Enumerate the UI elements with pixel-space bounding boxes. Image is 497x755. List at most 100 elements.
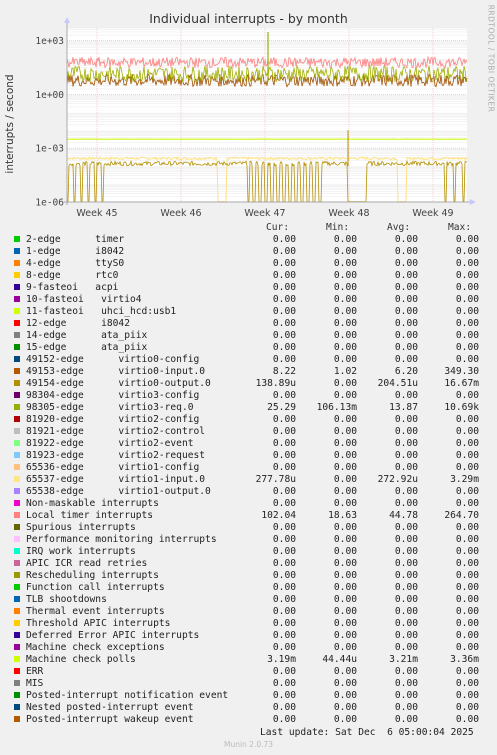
legend-label: 49154-edge virtio0-output.0	[26, 378, 211, 389]
legend-avg-value: 13.87	[389, 402, 418, 413]
legend-swatch	[14, 356, 20, 362]
legend-cur-value: 0.00	[272, 414, 296, 425]
legend-max-value: 3.29m	[450, 474, 479, 485]
legend-swatch	[14, 332, 20, 338]
legend-cur-value: 0.00	[272, 330, 296, 341]
legend-min-value: 0.00	[333, 618, 357, 629]
legend-swatch	[14, 560, 20, 566]
col-header-avg: Avg:	[387, 222, 411, 233]
legend-avg-value: 0.00	[394, 714, 418, 725]
legend-label: MIS	[26, 678, 44, 689]
legend-min-value: 0.00	[333, 426, 357, 437]
legend-avg-value: 0.00	[394, 534, 418, 545]
legend-row: Machine check exceptions 0.00 0.00 0.00 0.00	[0, 642, 497, 654]
legend-min-value: 0.00	[333, 270, 357, 281]
legend-cur-value: 0.00	[272, 390, 296, 401]
legend-cur-value: 0.00	[272, 522, 296, 533]
legend-swatch	[14, 392, 20, 398]
legend-min-value: 0.00	[333, 474, 357, 485]
legend-row: 81922-edge virtio2-event 0.00 0.00 0.00 0.00	[0, 438, 497, 450]
legend-label: Machine check polls	[26, 654, 136, 665]
legend-max-value: 0.00	[455, 438, 479, 449]
legend-min-value: 0.00	[333, 258, 357, 269]
legend-min-value: 0.00	[333, 438, 357, 449]
legend-max-value: 0.00	[455, 246, 479, 257]
legend-cur-value: 0.00	[272, 306, 296, 317]
legend-swatch	[14, 368, 20, 374]
col-header-cur: Cur:	[266, 222, 290, 233]
legend-swatch	[14, 656, 20, 662]
legend-avg-value: 0.00	[394, 582, 418, 593]
legend-avg-value: 0.00	[394, 258, 418, 269]
legend-label: 9-fasteoi acpi	[26, 282, 119, 293]
y-tick-label: 1e-06	[35, 198, 64, 209]
legend-swatch	[14, 452, 20, 458]
legend-cur-value: 0.00	[272, 258, 296, 269]
legend-swatch	[14, 584, 20, 590]
legend-max-value: 3.36m	[450, 654, 479, 665]
legend-cur-value: 0.00	[272, 558, 296, 569]
legend-row: 2-edge timer 0.00 0.00 0.00 0.00	[0, 234, 497, 246]
legend-row: Threshold APIC interrupts 0.00 0.00 0.00 0.0…	[0, 618, 497, 630]
legend-label: Posted-interrupt notification event	[26, 690, 229, 701]
legend-avg-value: 44.78	[389, 510, 418, 521]
legend-cur-value: 0.00	[272, 234, 296, 245]
legend-row: 49153-edge virtio0-input.0 8.22 1.02 6.20 34…	[0, 366, 497, 378]
legend-swatch	[14, 476, 20, 482]
legend-max-value: 0.00	[455, 414, 479, 425]
legend-label: IRQ work interrupts	[26, 546, 136, 557]
legend-label: Performance monitoring interrupts	[26, 534, 217, 545]
legend-row: Non-maskable interrupts 0.00 0.00 0.00 0.00	[0, 498, 497, 510]
legend-label: 98305-edge virtio3-req.0	[26, 402, 194, 413]
legend-min-value: 0.00	[333, 546, 357, 557]
legend-avg-value: 0.00	[394, 702, 418, 713]
legend-avg-value: 0.00	[394, 414, 418, 425]
legend-avg-value: 6.20	[394, 366, 418, 377]
legend-row: Performance monitoring interrupts 0.00 0.0…	[0, 534, 497, 546]
legend-max-value: 0.00	[455, 318, 479, 329]
legend-row: TLB shootdowns 0.00 0.00 0.00 0.00	[0, 594, 497, 606]
legend-swatch	[14, 248, 20, 254]
legend-max-value: 264.70	[444, 510, 479, 521]
legend-max-value: 0.00	[455, 390, 479, 401]
legend-label: 8-edge rtc0	[26, 270, 119, 281]
legend-avg-value: 0.00	[394, 558, 418, 569]
legend-min-value: 0.00	[333, 378, 357, 389]
legend-cur-value: 0.00	[272, 318, 296, 329]
legend-swatch	[14, 620, 20, 626]
legend-cur-value: 0.00	[272, 714, 296, 725]
legend-avg-value: 0.00	[394, 282, 418, 293]
legend-swatch	[14, 692, 20, 698]
legend-max-value: 0.00	[455, 462, 479, 473]
legend-row: 9-fasteoi acpi 0.00 0.00 0.00 0.00	[0, 282, 497, 294]
legend-cur-value: 0.00	[272, 486, 296, 497]
legend-swatch	[14, 272, 20, 278]
legend-avg-value: 0.00	[394, 342, 418, 353]
chart-plot: 1e-06 1e-03 1e+00 1e+03 Week 45 Week 46 Week 4…	[35, 17, 476, 219]
legend-max-value: 0.00	[455, 678, 479, 689]
legend-cur-value: 0.00	[272, 354, 296, 365]
legend-min-value: 0.00	[333, 354, 357, 365]
legend-min-value: 0.00	[333, 630, 357, 641]
legend-cur-value: 0.00	[272, 462, 296, 473]
legend-max-value: 0.00	[455, 582, 479, 593]
last-update: Last update: Sat Dec 6 05:00:04 2025	[260, 727, 474, 738]
legend-label: Nested posted-interrupt event	[26, 702, 194, 713]
legend-min-value: 0.00	[333, 522, 357, 533]
legend-label: Machine check exceptions	[26, 642, 165, 653]
legend-swatch	[14, 536, 20, 542]
legend-swatch	[14, 716, 20, 722]
legend-min-value: 0.00	[333, 342, 357, 353]
legend-swatch	[14, 260, 20, 266]
legend-label: Function call interrupts	[26, 582, 165, 593]
y-tick-label: 1e+03	[35, 36, 64, 47]
legend-cur-value: 0.00	[272, 270, 296, 281]
legend-row: Thermal event interrupts 0.00 0.00 0.00 0.00	[0, 606, 497, 618]
legend-max-value: 0.00	[455, 714, 479, 725]
legend-max-value: 0.00	[455, 570, 479, 581]
legend-swatch	[14, 524, 20, 530]
legend-swatch	[14, 500, 20, 506]
legend-avg-value: 0.00	[394, 594, 418, 605]
legend-cur-value: 102.04	[261, 510, 296, 521]
legend-row: Local timer interrupts 102.04 18.63 44.78 26…	[0, 510, 497, 522]
